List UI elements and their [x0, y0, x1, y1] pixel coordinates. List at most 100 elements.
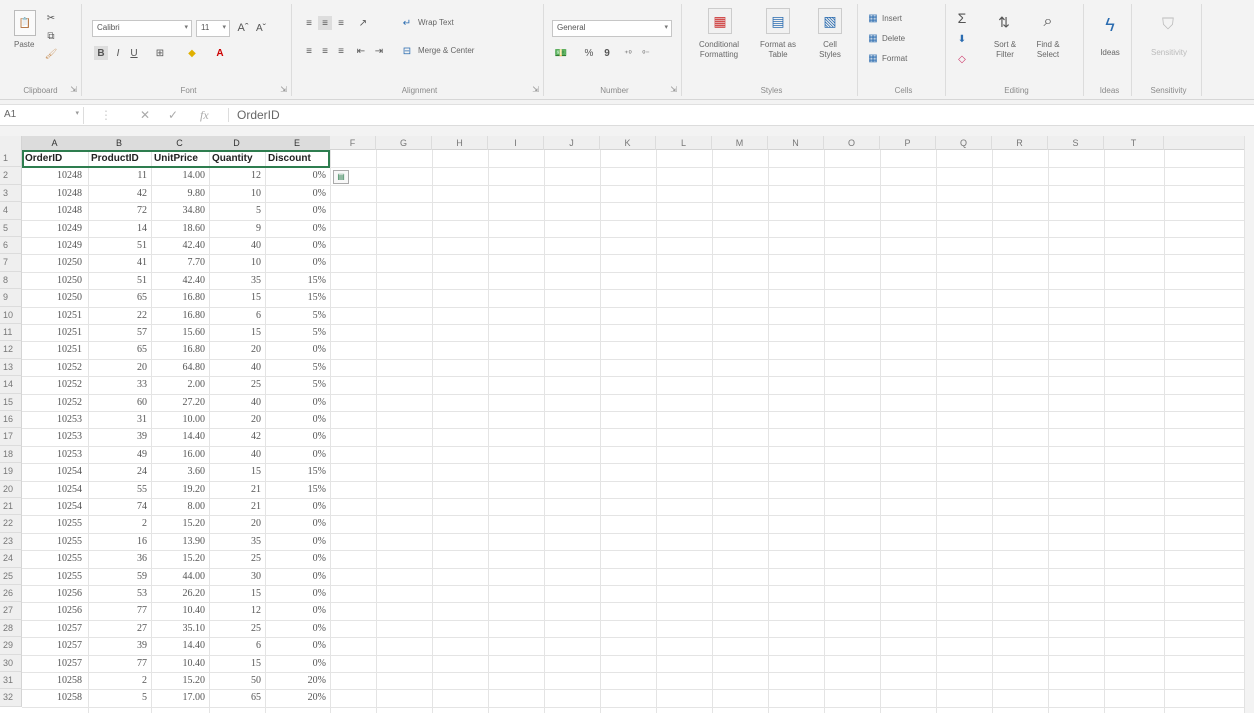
- table-cell[interactable]: 10250: [22, 254, 88, 271]
- align-bottom-icon[interactable]: ≡: [334, 16, 348, 30]
- table-cell[interactable]: 40: [209, 446, 265, 463]
- table-cell[interactable]: 0%: [265, 237, 330, 254]
- italic-button[interactable]: I: [112, 46, 124, 60]
- table-cell[interactable]: 33: [88, 376, 151, 393]
- table-cell[interactable]: 10258: [22, 689, 88, 706]
- table-cell[interactable]: 15%: [265, 481, 330, 498]
- align-center-icon[interactable]: ≡: [318, 44, 332, 58]
- column-header-k[interactable]: K: [600, 136, 656, 150]
- table-cell[interactable]: 5%: [265, 307, 330, 324]
- table-cell[interactable]: 22: [88, 307, 151, 324]
- conditional-formatting-button[interactable]: Conditional Formatting: [688, 40, 750, 60]
- table-cell[interactable]: 10: [209, 254, 265, 271]
- table-cell[interactable]: 25: [209, 550, 265, 567]
- row-header[interactable]: 4: [0, 202, 22, 220]
- table-cell[interactable]: 10.40: [151, 602, 209, 619]
- table-cell[interactable]: 13.90: [151, 533, 209, 550]
- table-cell[interactable]: 42.40: [151, 237, 209, 254]
- borders-icon[interactable]: ⊞: [152, 46, 168, 60]
- column-header-g[interactable]: G: [376, 136, 432, 150]
- row-header[interactable]: 18: [0, 445, 22, 464]
- align-middle-icon[interactable]: ≡: [318, 16, 332, 30]
- paste-icon[interactable]: 📋: [14, 10, 36, 36]
- table-cell[interactable]: 2.00: [151, 376, 209, 393]
- table-cell[interactable]: 0%: [265, 446, 330, 463]
- row-header[interactable]: 15: [0, 393, 22, 411]
- table-cell[interactable]: 15.20: [151, 515, 209, 532]
- font-launcher-icon[interactable]: ⇲: [280, 85, 287, 94]
- table-cell[interactable]: 15.60: [151, 324, 209, 341]
- clipboard-launcher-icon[interactable]: ⇲: [70, 85, 77, 94]
- formula-input[interactable]: OrderID: [228, 108, 280, 122]
- vertical-scrollbar[interactable]: [1244, 136, 1254, 713]
- row-header[interactable]: 17: [0, 428, 22, 446]
- table-cell[interactable]: 18.60: [151, 220, 209, 237]
- header-cell[interactable]: ProductID: [88, 150, 151, 167]
- row-header[interactable]: 3: [0, 184, 22, 203]
- table-cell[interactable]: 15%: [265, 289, 330, 306]
- table-cell[interactable]: 0%: [265, 533, 330, 550]
- table-cell[interactable]: 10254: [22, 498, 88, 515]
- table-cell[interactable]: 10252: [22, 359, 88, 376]
- table-cell[interactable]: 10257: [22, 620, 88, 637]
- table-cell[interactable]: 6: [209, 307, 265, 324]
- table-cell[interactable]: 10252: [22, 394, 88, 411]
- shrink-font-button[interactable]: Aˇ: [254, 20, 268, 36]
- wrap-text-button[interactable]: Wrap Text: [418, 18, 454, 27]
- table-cell[interactable]: 25: [209, 376, 265, 393]
- column-header-i[interactable]: I: [488, 136, 544, 150]
- row-header[interactable]: 27: [0, 602, 22, 620]
- table-cell[interactable]: 5: [88, 689, 151, 706]
- alignment-launcher-icon[interactable]: ⇲: [532, 85, 539, 94]
- table-cell[interactable]: 21: [209, 481, 265, 498]
- decrease-decimal-icon[interactable]: ⁰⁻: [638, 46, 654, 60]
- name-box[interactable]: A1 ▾: [0, 107, 84, 124]
- comma-style-button[interactable]: 9: [600, 46, 614, 60]
- table-cell[interactable]: 10255: [22, 550, 88, 567]
- column-header-t[interactable]: T: [1104, 136, 1164, 150]
- table-cell[interactable]: 10248: [22, 185, 88, 202]
- table-cell[interactable]: 5: [209, 202, 265, 219]
- table-cell[interactable]: 15: [209, 324, 265, 341]
- row-header[interactable]: 29: [0, 637, 22, 655]
- table-cell[interactable]: 16.80: [151, 289, 209, 306]
- table-cell[interactable]: 24: [88, 463, 151, 480]
- table-cell[interactable]: 74: [88, 498, 151, 515]
- row-header[interactable]: 24: [0, 550, 22, 568]
- table-cell[interactable]: 14.40: [151, 428, 209, 445]
- table-cell[interactable]: 10252: [22, 376, 88, 393]
- table-cell[interactable]: 49: [88, 446, 151, 463]
- table-cell[interactable]: 15.20: [151, 672, 209, 689]
- table-cell[interactable]: 10251: [22, 307, 88, 324]
- table-cell[interactable]: 65: [88, 341, 151, 358]
- table-cell[interactable]: 17.00: [151, 689, 209, 706]
- table-cell[interactable]: 15%: [265, 463, 330, 480]
- table-cell[interactable]: 8.00: [151, 498, 209, 515]
- table-cell[interactable]: 44.00: [151, 568, 209, 585]
- table-cell[interactable]: 34.80: [151, 202, 209, 219]
- increase-indent-icon[interactable]: ⇥: [372, 44, 386, 58]
- column-header-p[interactable]: P: [880, 136, 936, 150]
- row-header[interactable]: 10: [0, 306, 22, 324]
- table-cell[interactable]: 26.20: [151, 585, 209, 602]
- fill-icon[interactable]: ⬇: [954, 32, 970, 46]
- table-cell[interactable]: 16.00: [151, 446, 209, 463]
- column-header-o[interactable]: O: [824, 136, 880, 150]
- column-header-b[interactable]: B: [88, 136, 151, 150]
- table-cell[interactable]: 42.40: [151, 272, 209, 289]
- table-cell[interactable]: 6: [209, 637, 265, 654]
- row-header[interactable]: 7: [0, 254, 22, 272]
- table-cell[interactable]: 0%: [265, 637, 330, 654]
- column-header-m[interactable]: M: [712, 136, 768, 150]
- table-cell[interactable]: 36: [88, 550, 151, 567]
- table-cell[interactable]: 10253: [22, 411, 88, 428]
- row-header[interactable]: 13: [0, 358, 22, 377]
- paste-label[interactable]: Paste: [14, 40, 34, 49]
- table-cell[interactable]: 15: [209, 585, 265, 602]
- table-cell[interactable]: 39: [88, 637, 151, 654]
- table-cell[interactable]: 0%: [265, 550, 330, 567]
- number-launcher-icon[interactable]: ⇲: [670, 85, 677, 94]
- table-cell[interactable]: 0%: [265, 167, 330, 184]
- copy-icon[interactable]: ⧉: [44, 30, 58, 42]
- column-header-j[interactable]: J: [544, 136, 600, 150]
